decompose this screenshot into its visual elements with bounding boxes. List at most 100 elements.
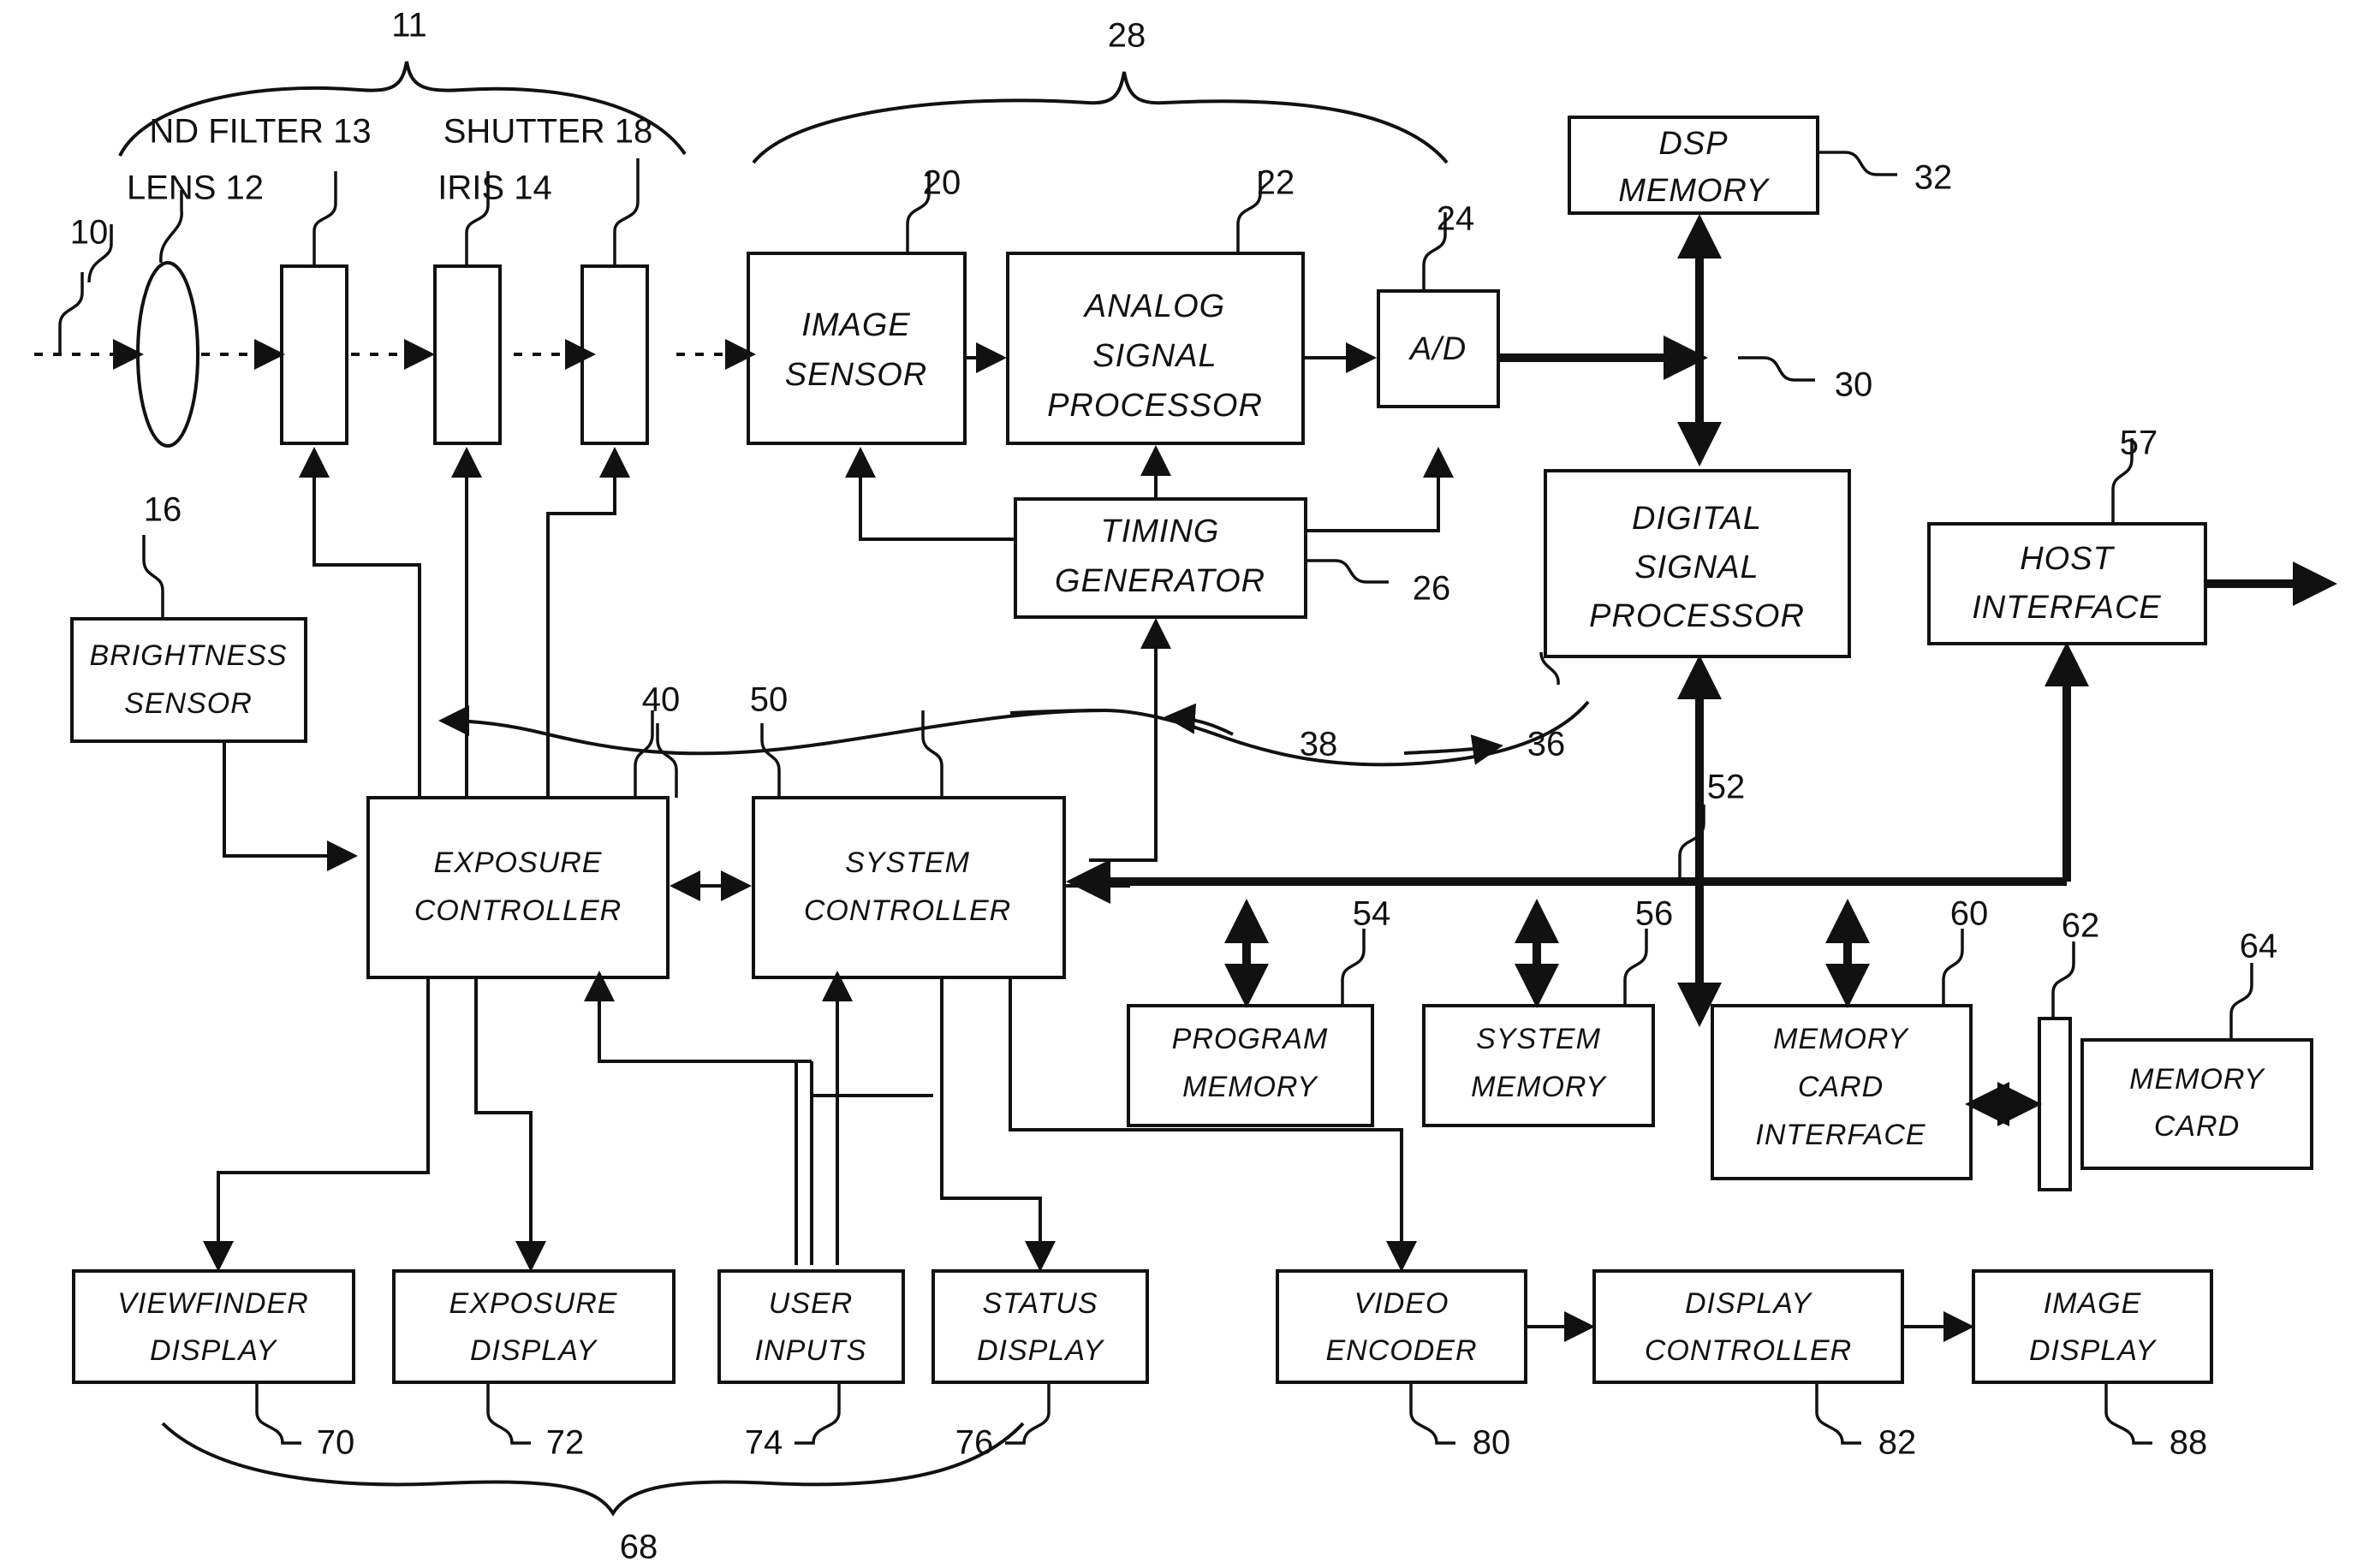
ref-20: 20	[923, 164, 961, 202]
ref-74: 74	[745, 1424, 783, 1462]
ad-converter-label: A/D	[1408, 331, 1466, 367]
ref-54: 54	[1353, 895, 1391, 933]
svg-text:INPUTS: INPUTS	[755, 1334, 867, 1367]
svg-text:ENCODER: ENCODER	[1325, 1334, 1477, 1367]
memory-card-box	[2080, 1038, 2313, 1170]
svg-text:EXPOSURE: EXPOSURE	[449, 1287, 618, 1320]
ref-64: 64	[2240, 928, 2278, 965]
host-interface-links	[2045, 438, 2338, 882]
shutter-element	[580, 264, 649, 445]
svg-text:EXPOSURE: EXPOSURE	[434, 846, 603, 879]
svg-text:SENSOR: SENSOR	[785, 357, 927, 393]
ref-10-lead	[58, 272, 84, 354]
svg-text:INTERFACE: INTERFACE	[1972, 590, 2162, 626]
svg-text:MEMORY: MEMORY	[2129, 1063, 2265, 1096]
svg-text:DISPLAY: DISPLAY	[977, 1334, 1104, 1367]
ref-80: 80	[1473, 1424, 1511, 1462]
svg-text:PROCESSOR: PROCESSOR	[1589, 598, 1805, 634]
svg-text:USER: USER	[769, 1287, 853, 1320]
exposure-display-label: EXPOSURE DISPLAY	[449, 1287, 618, 1367]
svg-text:DISPLAY: DISPLAY	[2029, 1334, 2157, 1367]
system-controller-label: SYSTEM CONTROLLER	[804, 846, 1010, 927]
label-nd-filter: ND FILTER 13	[149, 113, 371, 151]
svg-text:PROCESSOR: PROCESSOR	[1047, 388, 1263, 424]
exposure-controller-box	[366, 796, 670, 979]
system-memory-label: SYSTEM MEMORY	[1471, 1023, 1607, 1103]
svg-text:INTERFACE: INTERFACE	[1755, 1119, 1926, 1151]
svg-text:IMAGE: IMAGE	[801, 307, 910, 343]
svg-text:DSP: DSP	[1658, 126, 1728, 162]
svg-text:DISPLAY: DISPLAY	[1685, 1287, 1812, 1320]
ref-60: 60	[1950, 895, 1989, 933]
ref-16: 16	[144, 491, 182, 529]
image-sensor-label: IMAGE SENSOR	[785, 307, 927, 393]
svg-text:GENERATOR: GENERATOR	[1055, 563, 1265, 599]
brace-sensor-group	[752, 71, 1449, 164]
light-path	[34, 261, 756, 448]
label-lens: LENS 12	[127, 169, 264, 207]
svg-text:HOST: HOST	[2020, 541, 2115, 577]
svg-text:VIEWFINDER: VIEWFINDER	[117, 1287, 308, 1320]
ref-24: 24	[1437, 200, 1475, 238]
svg-text:CONTROLLER: CONTROLLER	[414, 894, 622, 927]
ref-30: 30	[1835, 366, 1873, 404]
ref-62: 62	[2062, 907, 2100, 945]
ref-36: 36	[1527, 726, 1566, 763]
system-bus	[1065, 805, 2067, 904]
ref-40: 40	[642, 681, 681, 719]
ref-76: 76	[955, 1424, 994, 1462]
user-inputs-label: USER INPUTS	[755, 1287, 867, 1367]
svg-text:DISPLAY: DISPLAY	[150, 1334, 277, 1367]
nd-filter-element	[280, 264, 348, 445]
image-sensor-box	[747, 252, 967, 445]
exposure-controller-label: EXPOSURE CONTROLLER	[414, 846, 622, 927]
svg-text:VIDEO: VIDEO	[1354, 1287, 1449, 1320]
display-leads	[255, 1382, 2152, 1445]
ref-28: 28	[1108, 17, 1146, 55]
analog-signal-processor-label: ANALOG SIGNAL PROCESSOR	[1047, 288, 1263, 424]
ref-52: 52	[1707, 769, 1746, 806]
digital-signal-processor-label: DIGITAL SIGNAL PROCESSOR	[1589, 501, 1805, 634]
ref-10: 10	[70, 214, 109, 252]
dsp-memory-label: DSP MEMORY	[1618, 126, 1769, 209]
controller-display-links	[203, 971, 1417, 1272]
video-encoder-label: VIDEO ENCODER	[1325, 1287, 1477, 1367]
ref-26: 26	[1413, 570, 1451, 608]
control-bus-38	[438, 651, 1590, 767]
svg-text:MEMORY: MEMORY	[1471, 1071, 1607, 1103]
host-interface-label: HOST INTERFACE	[1972, 541, 2162, 626]
ref-11: 11	[391, 7, 427, 45]
svg-text:DISPLAY: DISPLAY	[470, 1334, 598, 1367]
ref-88: 88	[2170, 1424, 2208, 1462]
svg-text:CARD: CARD	[2154, 1110, 2240, 1143]
image-display-label: IMAGE DISPLAY	[2029, 1287, 2157, 1367]
system-controller-leads	[921, 710, 943, 798]
svg-text:SENSOR: SENSOR	[124, 687, 253, 720]
ref-70: 70	[317, 1424, 355, 1462]
brightness-sensor-box	[70, 617, 307, 743]
brightness-sensor-label: BRIGHTNESS SENSOR	[89, 639, 286, 720]
viewfinder-display-label: VIEWFINDER DISPLAY	[117, 1287, 308, 1367]
iris-element	[433, 264, 502, 445]
system-controller-box	[752, 796, 1066, 979]
status-display-label: STATUS DISPLAY	[977, 1287, 1104, 1367]
svg-text:ANALOG: ANALOG	[1083, 288, 1225, 324]
label-iris: IRIS 14	[437, 169, 551, 207]
svg-text:SIGNAL: SIGNAL	[1634, 549, 1759, 585]
svg-text:DIGITAL: DIGITAL	[1632, 501, 1762, 537]
memory-card-interface-label: MEMORY CARD INTERFACE	[1755, 1023, 1926, 1151]
ref-22: 22	[1257, 164, 1295, 202]
ref-32: 32	[1914, 159, 1953, 197]
controller-ref-leads	[656, 723, 781, 798]
memory-card-label: MEMORY CARD	[2129, 1063, 2265, 1143]
ref-38: 38	[1300, 726, 1338, 763]
ref-68: 68	[620, 1529, 658, 1566]
svg-text:IMAGE: IMAGE	[2044, 1287, 2142, 1320]
svg-text:PROGRAM: PROGRAM	[1172, 1023, 1329, 1055]
svg-text:SYSTEM: SYSTEM	[845, 846, 970, 879]
svg-text:MEMORY: MEMORY	[1773, 1023, 1909, 1055]
svg-text:MEMORY: MEMORY	[1182, 1071, 1318, 1103]
svg-text:CONTROLLER: CONTROLLER	[1645, 1334, 1852, 1367]
svg-text:TIMING: TIMING	[1101, 514, 1220, 549]
program-memory-label: PROGRAM MEMORY	[1172, 1023, 1329, 1103]
